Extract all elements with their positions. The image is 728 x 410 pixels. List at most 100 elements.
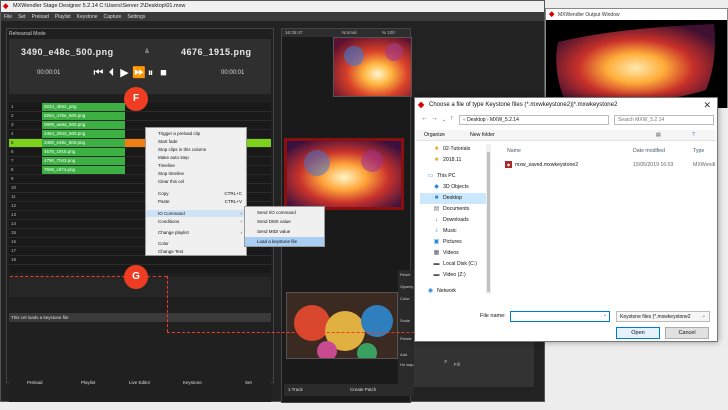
clip-cell[interactable]: 4676_1915.png xyxy=(42,148,125,156)
menu-load-keystone[interactable]: Load a keystone file xyxy=(245,237,324,246)
column-name[interactable]: Name xyxy=(507,148,521,154)
file-type-select[interactable]: Keystone files (*.mxwkeystone2 ⌄ xyxy=(616,311,710,322)
row-number: 1 xyxy=(11,104,14,109)
add-label[interactable]: Add xyxy=(400,352,407,357)
column-date-modified[interactable]: Date modified xyxy=(633,148,665,154)
tree-item-local-disk[interactable]: ▬ Local Disk (C:) xyxy=(420,259,490,270)
tree-item-documents[interactable]: ▤ Documents xyxy=(420,204,490,215)
menu-playlist[interactable]: Playlist xyxy=(52,12,74,22)
tree-item-this-pc[interactable]: ▭ This PC xyxy=(420,171,490,182)
tab-keystone[interactable]: Keystone xyxy=(183,380,202,385)
play-icon[interactable]: ▶ xyxy=(119,67,130,79)
tree-item-3d-objects[interactable]: ◆ 3D Objects xyxy=(420,182,490,193)
menu-set[interactable]: Set xyxy=(15,12,29,22)
tree-item-videos[interactable]: ▦ Videos xyxy=(420,248,490,259)
magnifier-icon[interactable]: ⌕ xyxy=(444,359,447,366)
stop-icon[interactable]: ■ xyxy=(158,67,169,79)
scale-label[interactable]: Scale xyxy=(400,318,410,323)
tree-scrollbar[interactable] xyxy=(486,144,491,294)
menu-preload[interactable]: Preload xyxy=(29,12,52,22)
address-bar[interactable]: « Desktop › MXW_5.2.14 xyxy=(459,115,609,125)
menu-change-text[interactable]: Change Text xyxy=(146,248,246,255)
tab-playlist[interactable]: Playlist xyxy=(81,380,95,385)
clip-cell[interactable]: 3464_2943_500.png xyxy=(42,130,125,138)
menu-settings[interactable]: Settings xyxy=(124,12,148,22)
tree-item-video-drive[interactable]: ▬ Video (Z:) xyxy=(420,270,490,281)
ho-wap-label[interactable]: Ho wap xyxy=(400,362,414,367)
rotate-label[interactable]: Rotate xyxy=(400,336,412,341)
new-folder-button[interactable]: New folder xyxy=(470,132,495,138)
network-drive-icon: ▬ xyxy=(433,272,440,278)
clip-cell[interactable]: 0909_ae6a_500.png xyxy=(42,121,125,129)
search-input[interactable]: Search MXW_5.2.14 xyxy=(614,115,714,125)
fast-forward-icon[interactable]: ⏩ xyxy=(132,67,146,79)
back-arrow-icon[interactable]: ← xyxy=(421,115,428,122)
tree-item-pictures[interactable]: ▣ Pictures xyxy=(420,237,490,248)
column-type[interactable]: Type xyxy=(693,148,704,154)
preview-image-mid[interactable] xyxy=(284,138,404,210)
menu-conditions[interactable]: Conditions › xyxy=(146,218,246,225)
clip-cell[interactable]: 3490_e48c_500.png xyxy=(42,139,125,147)
preview-image-top[interactable] xyxy=(333,37,412,97)
menu-stop-timeline[interactable]: Stop timeline xyxy=(146,170,246,177)
chevron-down-icon[interactable]: ⌄ xyxy=(442,117,446,123)
open-button[interactable]: Open xyxy=(616,327,660,339)
cancel-button[interactable]: Cancel xyxy=(665,327,709,339)
menu-trigger-preload[interactable]: Trigger a preload clip xyxy=(146,130,246,137)
tree-item-2018[interactable]: ■ 2018.11 xyxy=(420,155,490,166)
scrollbar-thumb[interactable] xyxy=(487,152,490,292)
reset-label[interactable]: Reset xyxy=(400,272,410,277)
tree-item-downloads[interactable]: ↓ Downloads xyxy=(420,215,490,226)
opacity-label[interactable]: Opacity xyxy=(400,284,414,289)
grid-row[interactable]: 2 0264_476e_500.png xyxy=(9,112,271,121)
tree-item-music[interactable]: ♪ Music xyxy=(420,226,490,237)
menu-keystone[interactable]: Keystone xyxy=(74,12,101,22)
chevron-down-icon[interactable]: ⌄ xyxy=(603,312,607,318)
step-back-icon[interactable]: ⏴ xyxy=(106,67,117,79)
clip-cell[interactable]: 7606_c674.png xyxy=(42,166,125,174)
color-label[interactable]: Color xyxy=(400,296,410,301)
file-row[interactable]: ◆ mxw_saved.mxwkeystone2 15/05/2019 16:0… xyxy=(501,161,717,171)
menu-change-playlist[interactable]: Change playlist › xyxy=(146,229,246,236)
grid-row[interactable]: 18 xyxy=(9,256,271,265)
menu-make-auto-step[interactable]: Make auto step xyxy=(146,154,246,161)
clip-cell[interactable]: 0264_476e_500.png xyxy=(42,112,125,120)
help-icon[interactable]: ? xyxy=(692,132,695,138)
clip-cell[interactable]: 4790_7043.png xyxy=(42,157,125,165)
menu-capture[interactable]: Capture xyxy=(101,12,125,22)
menu-paste[interactable]: Paste CTRL+V xyxy=(146,198,246,205)
menu-send-midi[interactable]: Send MIDI value xyxy=(245,227,324,236)
tree-item-desktop[interactable]: ■ Desktop xyxy=(420,193,490,204)
skip-back-icon[interactable]: ⏮ xyxy=(93,67,104,79)
tab-set[interactable]: Set xyxy=(245,380,252,385)
menu-file[interactable]: File xyxy=(1,12,15,22)
menu-timeline[interactable]: Timeline xyxy=(146,162,246,169)
menu-copy[interactable]: Copy CTRL+C xyxy=(146,190,246,197)
pause-icon[interactable]: ⏸ xyxy=(145,67,156,79)
breadcrumb-folder[interactable]: MXW_5.2.14 xyxy=(490,117,519,123)
clip-cell[interactable]: 0224_4b52_png xyxy=(42,103,125,111)
menu-stop-clips-column[interactable]: Stop clips in this column xyxy=(146,146,246,153)
cube-icon: ◆ xyxy=(434,184,439,190)
forward-arrow-icon[interactable]: → xyxy=(431,115,438,122)
breadcrumb-desktop[interactable]: Desktop xyxy=(467,117,485,123)
tree-item-network[interactable]: ◉ Network xyxy=(420,286,490,297)
tree-item-tutorials[interactable]: ■ 02-Tutorials xyxy=(420,144,490,155)
tab-preload[interactable]: Preload xyxy=(27,380,43,385)
menu-start-fade[interactable]: Start fade xyxy=(146,138,246,145)
organize-button[interactable]: Organize xyxy=(424,132,445,138)
create-patch-button[interactable]: Create Patch xyxy=(350,387,376,392)
menu-send-io[interactable]: Send I/O command xyxy=(245,208,324,217)
close-icon[interactable]: ✕ xyxy=(703,100,711,111)
file-name-input[interactable] xyxy=(510,311,610,322)
up-arrow-icon[interactable]: ↑ xyxy=(450,115,454,122)
tab-live-editor[interactable]: Live Editor xyxy=(129,380,150,385)
menu-color[interactable]: Color xyxy=(146,240,246,247)
menu-io-command[interactable]: IO Command › xyxy=(146,210,246,217)
fill-label[interactable]: Fill xyxy=(454,362,460,367)
track-button[interactable]: 1 Track xyxy=(288,387,303,392)
menu-clear-cel[interactable]: Clear this cel xyxy=(146,178,246,185)
view-options-icon[interactable]: ▤ xyxy=(656,132,661,138)
menu-send-dmx[interactable]: Send DMX value xyxy=(245,217,324,226)
marbles-thumbnail[interactable] xyxy=(286,292,398,359)
